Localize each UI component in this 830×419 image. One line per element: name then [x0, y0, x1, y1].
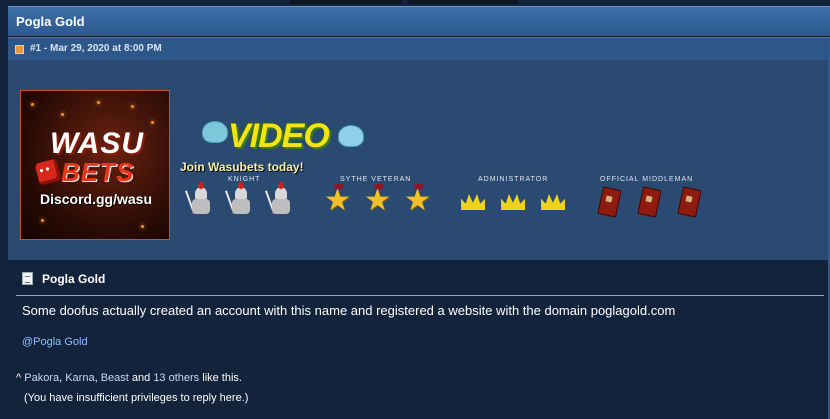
post-meta-bar: #1 - Mar 29, 2020 at 8:00 PM — [8, 37, 830, 60]
thread-title: Pogla Gold — [16, 14, 85, 29]
red-book-icon — [594, 184, 624, 218]
likes-and: and — [128, 372, 154, 384]
banner-brand-top: WASU — [50, 127, 144, 160]
post-status-icon — [15, 45, 24, 54]
rank-group-sythe-veteran: ★ ★ ★ — [324, 184, 444, 220]
document-icon — [22, 272, 33, 285]
like-user-link[interactable]: Beast — [101, 372, 129, 384]
rank-label-administrator: Administrator — [478, 176, 549, 183]
elephant-icon — [338, 125, 364, 147]
divider — [16, 295, 824, 296]
red-book-icon — [634, 184, 664, 218]
gold-crown-icon — [498, 186, 528, 220]
rank-group-administrator — [458, 186, 578, 220]
signature-area: WASU BETS Discord.gg/wasu VIDEO Join Was… — [8, 60, 830, 260]
top-tab-2[interactable] — [408, 0, 518, 4]
gold-star-medal-icon: ★ — [404, 184, 431, 217]
knight-helmet-icon — [224, 182, 256, 218]
knight-helmet-icon — [264, 182, 296, 218]
video-logo-text: VIDEO — [228, 117, 330, 155]
reply-privileges-notice: (You have insufficient privileges to rep… — [24, 392, 249, 404]
likes-suffix: like this. — [199, 372, 242, 384]
spark-icon — [151, 121, 154, 124]
likes-caret: ^ — [16, 372, 22, 384]
banner-brand-bottom: BETS — [61, 157, 135, 187]
rank-label-knight: Knight — [228, 176, 261, 183]
post-body: Pogla Gold Some doofus actually created … — [8, 260, 830, 419]
rank-group-knight — [184, 182, 306, 218]
red-book-icon — [674, 184, 704, 218]
gold-crown-icon — [538, 186, 568, 220]
rank-label-official-middleman: Official Middleman — [600, 176, 694, 183]
join-wasubets-text: Join Wasubets today! — [180, 160, 304, 174]
like-user-link[interactable]: Karna — [65, 372, 94, 384]
spark-icon — [31, 103, 34, 106]
rank-group-official-middleman — [594, 184, 714, 218]
user-mention-link[interactable]: @Pogla Gold — [22, 336, 88, 348]
spark-icon — [141, 225, 144, 228]
gold-star-medal-icon: ★ — [324, 184, 351, 217]
elephant-icon — [202, 121, 228, 143]
wasubets-banner[interactable]: WASU BETS Discord.gg/wasu — [20, 90, 170, 240]
knight-helmet-icon — [184, 182, 216, 218]
top-tab-1[interactable] — [290, 0, 402, 4]
gold-star-medal-icon: ★ — [364, 184, 391, 217]
post-title: Pogla Gold — [42, 272, 106, 286]
banner-discord-link: Discord.gg/wasu — [39, 191, 153, 207]
post-message: Some doofus actually created an account … — [22, 303, 676, 318]
spark-icon — [97, 101, 100, 104]
gold-crown-icon — [458, 186, 488, 220]
spark-icon — [131, 105, 134, 108]
spark-icon — [61, 113, 64, 116]
dice-icon — [34, 158, 62, 186]
spark-icon — [41, 219, 44, 222]
likes-others-link[interactable]: 13 others — [153, 372, 199, 384]
like-user-link[interactable]: Pakora — [24, 372, 59, 384]
likes-summary: ^ Pakora, Karna, Beast and 13 others lik… — [16, 372, 242, 384]
video-logo[interactable]: VIDEO — [194, 115, 364, 157]
thread-header: Pogla Gold — [8, 6, 830, 36]
post-permalink[interactable]: #1 - Mar 29, 2020 at 8:00 PM — [30, 43, 162, 54]
rank-label-sythe-veteran: Sythe Veteran — [340, 176, 412, 183]
